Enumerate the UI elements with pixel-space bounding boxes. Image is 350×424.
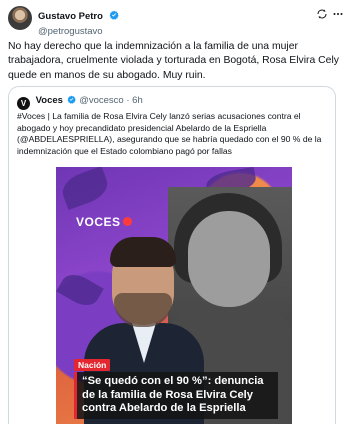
- verified-badge-icon: [67, 95, 76, 104]
- voces-logo: VOCES: [76, 215, 132, 229]
- quoted-tweet[interactable]: V Voces @vocesco · 6h #Voces | La famili…: [8, 86, 336, 424]
- quoted-author-name[interactable]: Voces: [36, 95, 63, 106]
- voces-logo-text: VOCES: [76, 215, 121, 229]
- grok-icon[interactable]: [316, 8, 328, 20]
- quoted-avatar[interactable]: V: [17, 97, 30, 110]
- author-handle[interactable]: @petrogustavo: [38, 26, 310, 37]
- quoted-header: V Voces @vocesco · 6h: [17, 95, 143, 110]
- quoted-text: #Voces | La familia de Rosa Elvira Cely …: [17, 111, 322, 157]
- author-avatar[interactable]: [8, 6, 32, 30]
- voces-logo-dot: [122, 217, 132, 226]
- more-icon[interactable]: [332, 8, 344, 20]
- author-name[interactable]: Gustavo Petro: [38, 11, 103, 22]
- verified-badge-icon: [110, 10, 120, 20]
- section-tag: Nación: [74, 359, 111, 371]
- man-beard: [114, 293, 172, 327]
- quoted-handle-time: @vocesco · 6h: [79, 95, 143, 106]
- tweet-text: No hay derecho que la indemnización a la…: [8, 41, 339, 81]
- man-hair: [110, 237, 176, 267]
- tweet-post[interactable]: Gustavo Petro @petrogustavo No hay derec…: [0, 0, 350, 424]
- headline-box: “Se quedó con el 90 %”: denuncia de la f…: [74, 372, 278, 419]
- image-headline: “Se quedó con el 90 %”: denuncia de la f…: [82, 375, 264, 414]
- author-info[interactable]: Gustavo Petro @petrogustavo: [38, 6, 310, 37]
- quoted-media-image[interactable]: VOCES Nación “Se quedó con el 90 %”: den…: [56, 167, 292, 424]
